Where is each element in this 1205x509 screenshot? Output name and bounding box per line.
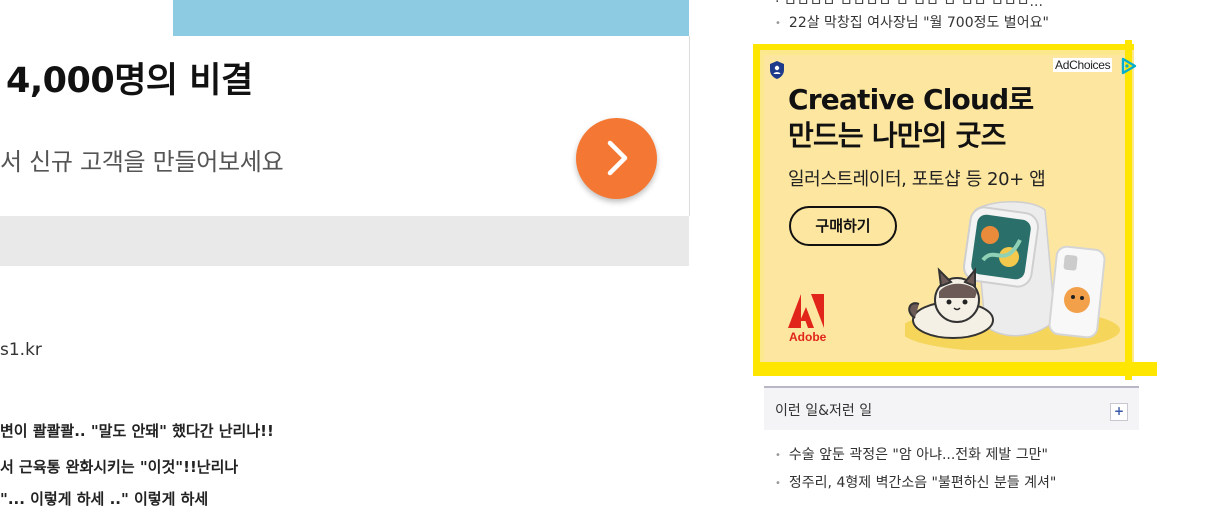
- section-expand-button[interactable]: +: [1110, 403, 1128, 421]
- highlight-border: [753, 362, 1157, 376]
- news-link[interactable]: 서 근육통 완화시키는 "이것"!!난리나: [0, 456, 238, 477]
- adobe-brand-text: Adobe: [789, 330, 827, 344]
- promo-headline: 4,000명의 비결: [6, 61, 253, 101]
- ad-subtitle: 일러스트레이터, 포토샵 등 20+ 앱: [788, 169, 1046, 190]
- bullet-icon: •: [775, 17, 781, 29]
- sidebar-news-item[interactable]: • 수술 앞둔 곽정은 "암 아냐...전화 제발 그만": [775, 444, 1048, 464]
- sidebar-news-item[interactable]: • 정주리, 4형제 벽간소음 "불편하신 분들 계셔": [775, 472, 1056, 492]
- source-url[interactable]: s1.kr: [0, 340, 42, 360]
- ad-buy-button[interactable]: 구매하기: [789, 206, 897, 246]
- sidebar-news-label: 정주리, 4형제 벽간소음 "불편하신 분들 계셔": [788, 475, 1057, 491]
- sidebar-news-item[interactable]: • 22살 막창집 여사장님 "월 700정도 벌어요": [775, 12, 1049, 32]
- highlight-border: [1125, 40, 1132, 380]
- highlight-border: [753, 44, 1134, 50]
- news-link[interactable]: 변이 콸콸콸.. "말도 안돼" 했다간 난리나!!: [0, 420, 274, 441]
- highlight-border: [753, 44, 760, 366]
- bullet-icon: •: [775, 477, 781, 489]
- adobe-logo-icon: [788, 294, 824, 332]
- sidebar-cut-item[interactable]: · ㅁㅁㅁㅁ ㅁㅁㅁㅁ ㅁ ㅁㅁ ㅁ ㅁㅁ ㅁㅁㅁ...: [775, 0, 1043, 11]
- promo-go-button[interactable]: [576, 118, 657, 199]
- section-title[interactable]: 이런 일&저런 일: [775, 400, 872, 420]
- ad-title-line2: 만드는 나만의 굿즈: [788, 119, 1006, 152]
- ad-privacy-icon[interactable]: [768, 60, 786, 84]
- news-link[interactable]: "... 이렇게 하세 .." 이렇게 하세: [0, 488, 208, 509]
- bullet-icon: •: [775, 449, 781, 461]
- adchoices-icon[interactable]: [1121, 57, 1137, 79]
- ad-title-line1: Creative Cloud로: [788, 83, 1034, 116]
- ad-product-illustration: [900, 200, 1120, 354]
- promo-subline: 서 신규 고객을 만들어보세요: [0, 148, 284, 176]
- chevron-right-icon: [607, 140, 628, 176]
- banner-top-band: [173, 0, 689, 36]
- sidebar-news-label: 22살 막창집 여사장님 "월 700정도 벌어요": [788, 15, 1049, 31]
- promo-footer-band: [0, 216, 689, 266]
- adchoices-label[interactable]: AdChoices: [1053, 58, 1113, 72]
- sidebar-news-label: 수술 앞둔 곽정은 "암 아냐...전화 제발 그만": [788, 447, 1048, 463]
